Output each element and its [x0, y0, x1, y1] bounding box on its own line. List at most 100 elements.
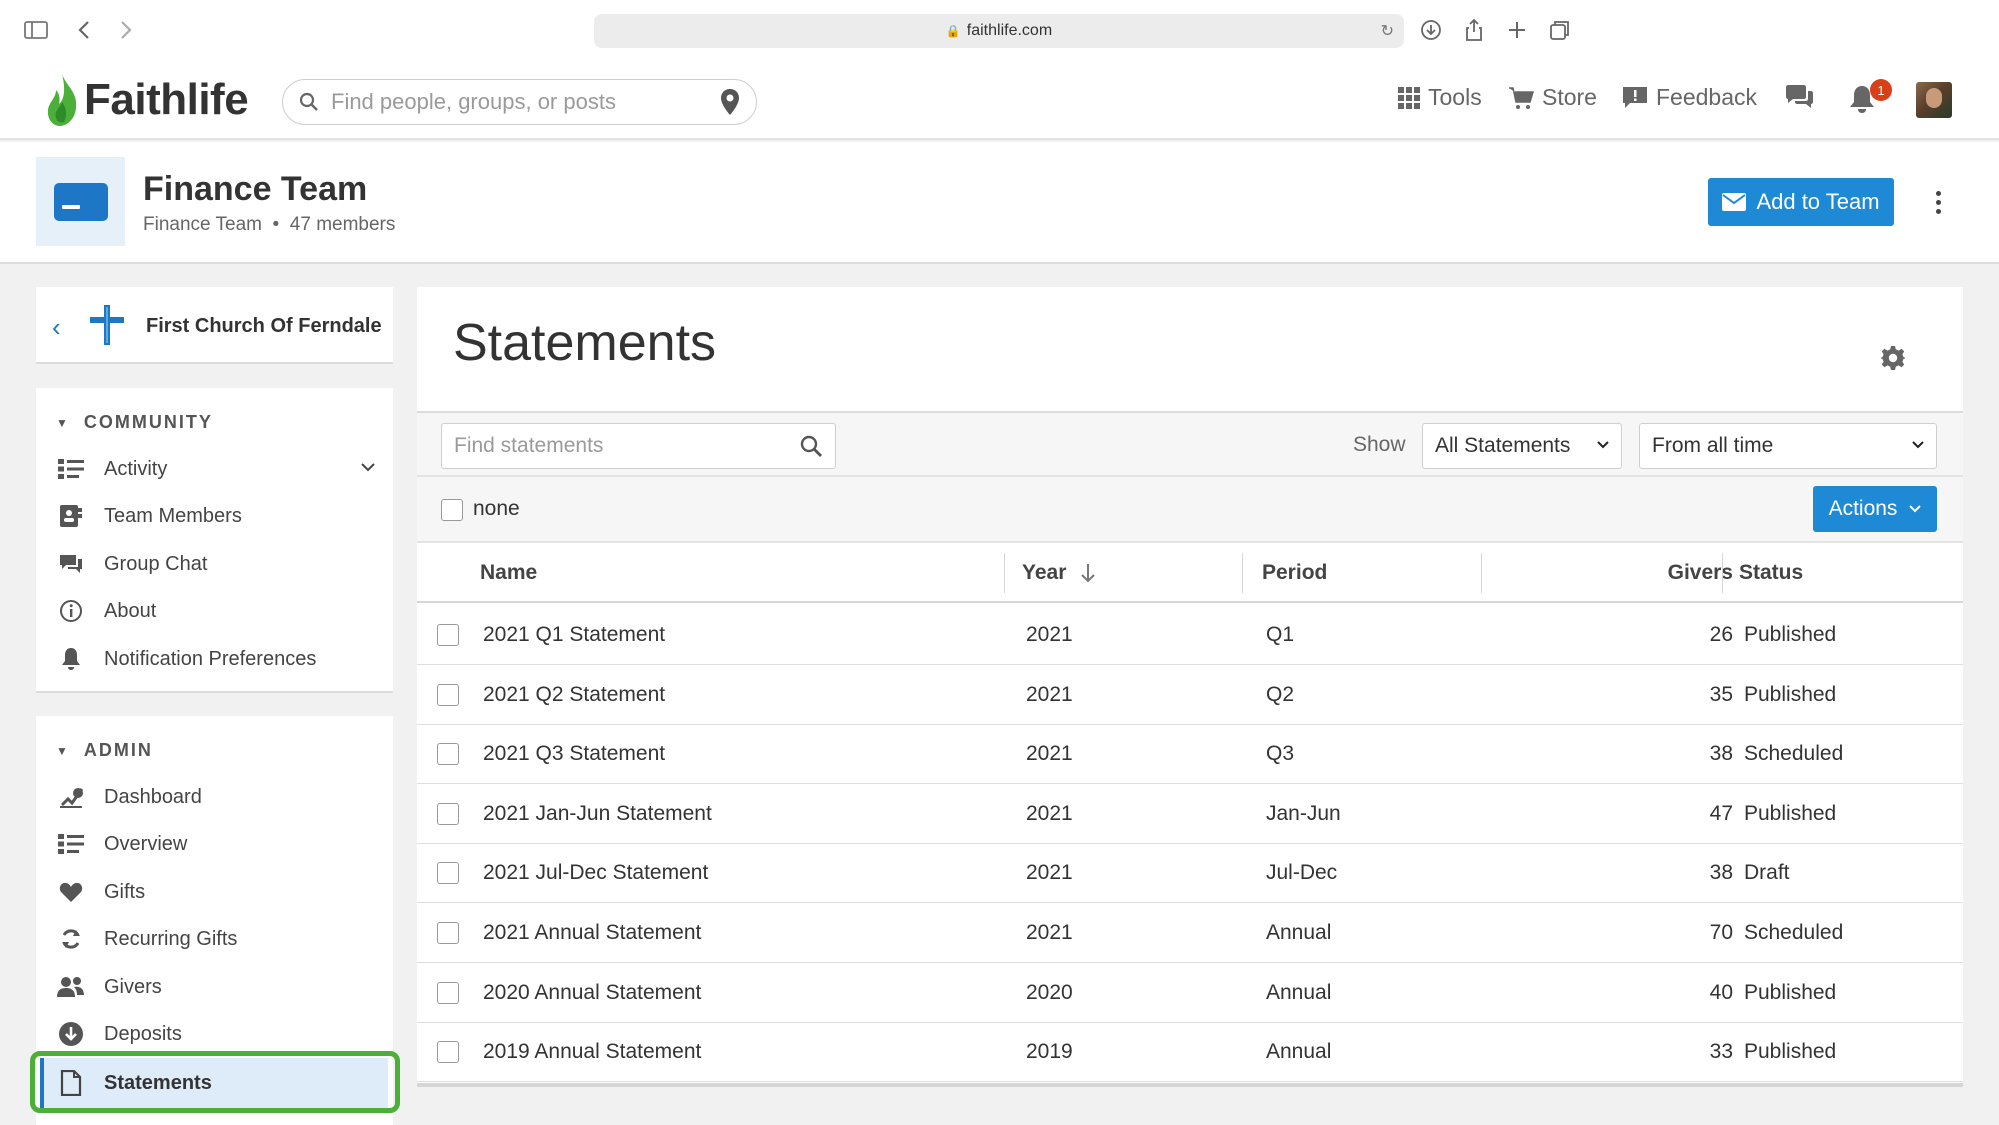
sidebar-item-label: Givers	[104, 975, 162, 998]
faithlife-logo[interactable]: Faithlife	[44, 70, 249, 130]
column-divider[interactable]	[1242, 553, 1243, 593]
activity-list-icon	[56, 459, 86, 479]
dashboard-icon	[56, 785, 86, 809]
cell-period: Q1	[1266, 623, 1295, 646]
cell-name[interactable]: 2021 Q2 Statement	[483, 683, 665, 707]
sidebar-item-activity[interactable]: Activity	[56, 449, 376, 489]
avatar[interactable]	[1916, 82, 1952, 118]
tab-overview-icon[interactable]	[1546, 16, 1574, 44]
cell-period: Jul-Dec	[1266, 861, 1338, 885]
cell-status: Published	[1744, 623, 1837, 646]
column-header-period[interactable]: Period	[1262, 561, 1327, 585]
chevron-down-icon[interactable]	[360, 459, 376, 477]
row-checkbox[interactable]	[437, 624, 459, 646]
admin-heading[interactable]: ▼ ADMIN	[56, 740, 153, 761]
share-icon[interactable]	[1460, 16, 1488, 44]
new-tab-icon[interactable]	[1503, 16, 1531, 44]
cell-status: Scheduled	[1744, 921, 1844, 944]
cell-status: Published	[1744, 1040, 1837, 1064]
column-divider[interactable]	[1722, 553, 1723, 593]
find-statements-field[interactable]	[441, 423, 836, 469]
actions-label: Actions	[1828, 497, 1898, 520]
filter-bar: Show All Statements From all time	[417, 411, 1963, 477]
table-row[interactable]: 2021 Annual Statement 2021 Annual 70 Schedul…	[417, 903, 1963, 963]
select-none-label[interactable]: none	[473, 497, 520, 521]
nav-tools-label: Tools	[1428, 84, 1482, 110]
add-to-team-button[interactable]: Add to Team	[1708, 178, 1894, 226]
cell-name[interactable]: 2021 Jan-Jun Statement	[483, 802, 712, 826]
time-range-select[interactable]: From all time	[1639, 423, 1937, 469]
nav-feedback[interactable]: Feedback	[1622, 84, 1757, 111]
sidebar-item-gifts[interactable]: Gifts	[56, 872, 376, 912]
global-search-input[interactable]	[331, 89, 720, 115]
sidebar-item-givers[interactable]: Givers	[56, 967, 376, 1007]
sidebar-item-about[interactable]: About	[56, 591, 376, 631]
column-divider[interactable]	[1004, 553, 1005, 593]
row-checkbox[interactable]	[437, 802, 459, 825]
row-checkbox[interactable]	[437, 683, 459, 706]
browser-back-icon[interactable]	[70, 16, 98, 44]
actions-button[interactable]: Actions	[1813, 486, 1937, 532]
browser-forward-icon[interactable]	[112, 16, 140, 44]
cell-name[interactable]: 2019 Annual Statement	[483, 1040, 701, 1064]
cell-name[interactable]: 2021 Q1 Statement	[483, 623, 665, 647]
select-none-checkbox[interactable]	[441, 499, 463, 521]
sidebar-item-deposits[interactable]: Deposits	[56, 1014, 376, 1054]
community-heading[interactable]: ▼ COMMUNITY	[56, 412, 213, 433]
table-row[interactable]: 2021 Q3 Statement 2021 Q3 38 Scheduled	[417, 724, 1963, 785]
address-bar[interactable]: 🔒 faithlife.com ↻	[594, 14, 1404, 48]
browser-toolbar: 🔒 faithlife.com ↻	[0, 0, 1999, 60]
sidebar-item-label: Group Chat	[104, 552, 208, 575]
global-search[interactable]	[282, 79, 757, 125]
sidebar-toggle-icon[interactable]	[22, 16, 50, 44]
cell-name[interactable]: 2021 Jul-Dec Statement	[483, 861, 708, 885]
table-row[interactable]: 2021 Q2 Statement 2021 Q2 35 Published	[417, 665, 1963, 725]
download-icon[interactable]	[1417, 16, 1445, 44]
sidebar-item-label: Deposits	[104, 1022, 182, 1045]
sidebar-item-dashboard[interactable]: Dashboard	[56, 777, 376, 817]
church-name[interactable]: First Church Of Ferndale	[146, 315, 382, 338]
row-checkbox[interactable]	[437, 1041, 459, 1064]
cell-name[interactable]: 2021 Annual Statement	[483, 921, 701, 945]
column-divider[interactable]	[1481, 553, 1482, 593]
table-row[interactable]: 2021 Jan-Jun Statement 2021 Jan-Jun 47 Publi…	[417, 784, 1963, 844]
row-checkbox[interactable]	[437, 922, 459, 944]
table-row[interactable]: 2020 Annual Statement 2020 Annual 40 Publish…	[417, 963, 1963, 1023]
reload-icon[interactable]: ↻	[1381, 21, 1394, 41]
nav-store[interactable]: Store	[1508, 84, 1597, 111]
statements-highlight-ring	[30, 1051, 400, 1113]
table-row[interactable]: 2021 Q1 Statement 2021 Q1 26 Published	[417, 605, 1963, 665]
column-header-year[interactable]: Year	[1022, 561, 1096, 585]
nav-tools[interactable]: Tools	[1398, 84, 1482, 111]
find-statements-input[interactable]	[454, 434, 799, 458]
cell-name[interactable]: 2021 Q3 Statement	[483, 742, 665, 766]
admin-heading-label: ADMIN	[83, 740, 153, 760]
row-checkbox[interactable]	[437, 743, 459, 766]
lock-icon: 🔒	[945, 24, 961, 38]
deposit-icon	[56, 1021, 86, 1047]
location-pin-icon[interactable]	[720, 88, 740, 116]
gear-icon[interactable]	[1880, 345, 1906, 376]
back-chevron-icon[interactable]: ‹	[52, 312, 61, 343]
row-checkbox[interactable]	[437, 862, 459, 885]
cell-name[interactable]: 2020 Annual Statement	[483, 981, 701, 1005]
more-options-icon[interactable]	[1928, 182, 1948, 222]
table-row[interactable]: 2019 Annual Statement 2019 Annual 33 Publish…	[417, 1022, 1963, 1083]
sidebar-item-group-chat[interactable]: Group Chat	[56, 544, 376, 584]
cell-status: Scheduled	[1744, 742, 1844, 766]
column-header-status[interactable]: Status	[1739, 561, 1803, 585]
column-header-name[interactable]: Name	[480, 561, 537, 585]
sidebar-item-notification-preferences[interactable]: Notification Preferences	[56, 639, 376, 679]
sidebar-item-recurring-gifts[interactable]: Recurring Gifts	[56, 919, 376, 959]
search-icon[interactable]	[799, 434, 823, 458]
statements-panel: Statements Show All Statements From all …	[417, 287, 1963, 1087]
sidebar-item-overview[interactable]: Overview	[56, 824, 376, 864]
statement-filter-select[interactable]: All Statements	[1422, 423, 1622, 469]
sidebar-item-team-members[interactable]: Team Members	[56, 496, 376, 536]
cell-givers: 38	[1709, 861, 1733, 885]
column-header-givers[interactable]: Givers	[1668, 561, 1733, 585]
table-row[interactable]: 2021 Jul-Dec Statement 2021 Jul-Dec 38 Draft	[417, 843, 1963, 904]
messages-button[interactable]	[1784, 84, 1814, 110]
group-header: Finance Team Finance Team • 47 members A…	[0, 142, 1999, 264]
row-checkbox[interactable]	[437, 981, 459, 1004]
